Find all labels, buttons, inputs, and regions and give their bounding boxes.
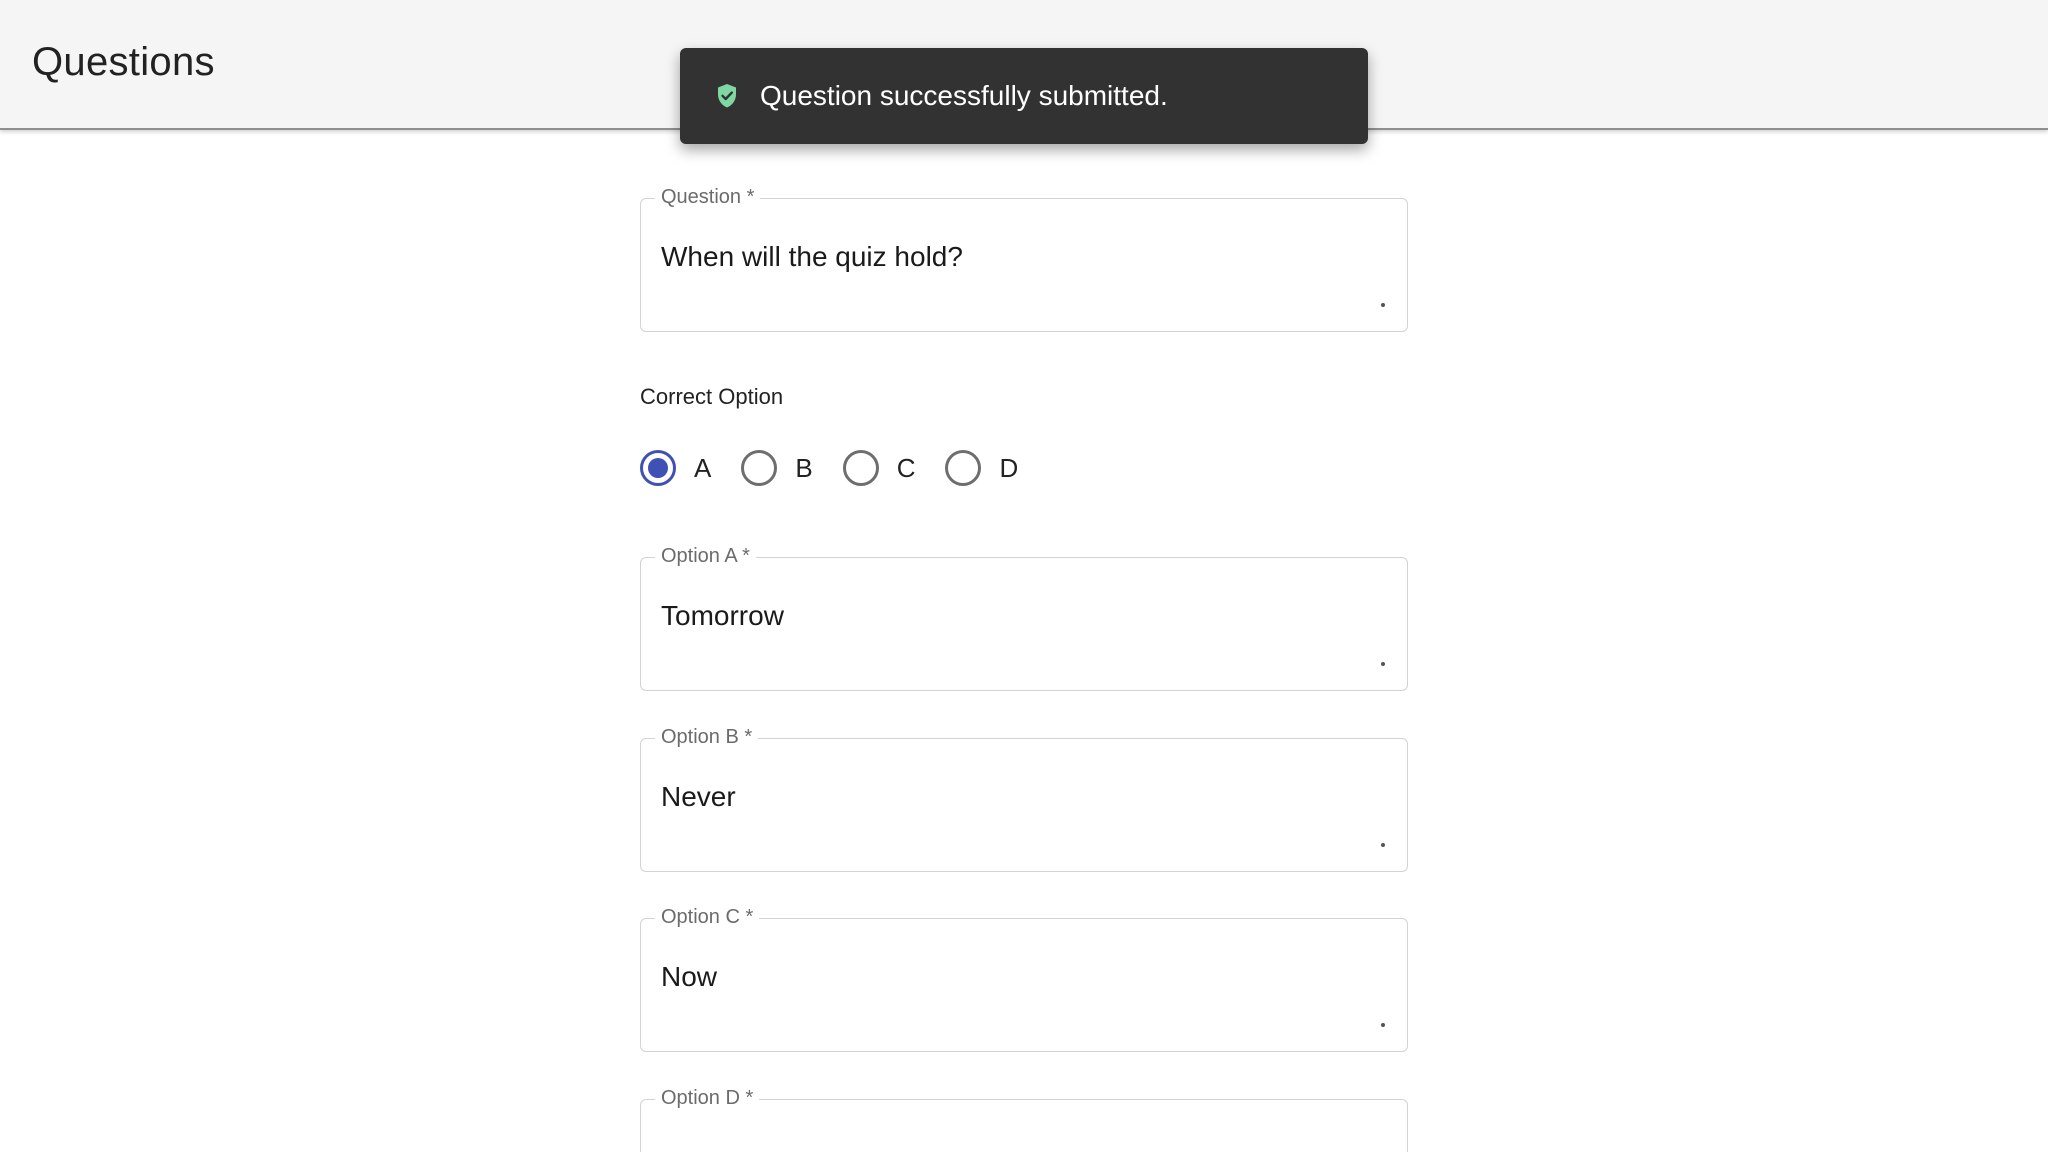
radio-label-b: B xyxy=(795,452,813,483)
radio-option-b[interactable]: B xyxy=(741,446,813,490)
radio-unchecked-icon[interactable] xyxy=(842,450,879,486)
correct-option-label: Correct Option xyxy=(640,384,784,409)
radio-option-d[interactable]: D xyxy=(945,446,1018,490)
radio-label-c: C xyxy=(896,452,916,483)
resize-handle-icon[interactable] xyxy=(1381,303,1385,307)
option-a-field[interactable]: Option A * Tomorrow xyxy=(640,542,1408,691)
resize-handle-icon[interactable] xyxy=(1381,662,1385,666)
radio-label-a: A xyxy=(694,452,712,483)
radio-unchecked-icon[interactable] xyxy=(945,450,982,486)
resize-handle-icon[interactable] xyxy=(1381,1023,1385,1027)
option-b-field[interactable]: Option B * Never xyxy=(640,723,1408,872)
option-b-input[interactable]: Never xyxy=(661,781,736,813)
option-d-field[interactable]: Option D * xyxy=(640,1084,1408,1152)
option-c-field[interactable]: Option C * Now xyxy=(640,903,1408,1052)
option-d-label: Option D * xyxy=(655,1084,760,1112)
option-a-label: Option A * xyxy=(655,542,756,570)
question-field[interactable]: Question * When will the quiz hold? xyxy=(640,183,1408,332)
radio-option-a[interactable]: A xyxy=(640,446,711,490)
shield-check-icon xyxy=(714,82,740,110)
resize-handle-icon[interactable] xyxy=(1381,843,1385,847)
radio-unchecked-icon[interactable] xyxy=(741,450,778,486)
toast-message: Question successfully submitted. xyxy=(760,80,1168,111)
success-toast: Question successfully submitted. xyxy=(680,48,1368,144)
radio-checked-icon[interactable] xyxy=(640,450,676,486)
option-c-input[interactable]: Now xyxy=(661,961,717,993)
radio-dot-icon xyxy=(648,458,668,478)
question-label: Question * xyxy=(655,183,761,211)
page-title: Questions xyxy=(32,40,215,84)
option-b-label: Option B * xyxy=(655,723,759,751)
correct-option-radio-group: A B C D xyxy=(640,446,1048,490)
radio-label-d: D xyxy=(999,452,1019,483)
radio-option-c[interactable]: C xyxy=(842,446,916,490)
option-c-label: Option C * xyxy=(655,903,760,931)
question-input[interactable]: When will the quiz hold? xyxy=(661,241,963,273)
option-a-input[interactable]: Tomorrow xyxy=(661,600,784,632)
